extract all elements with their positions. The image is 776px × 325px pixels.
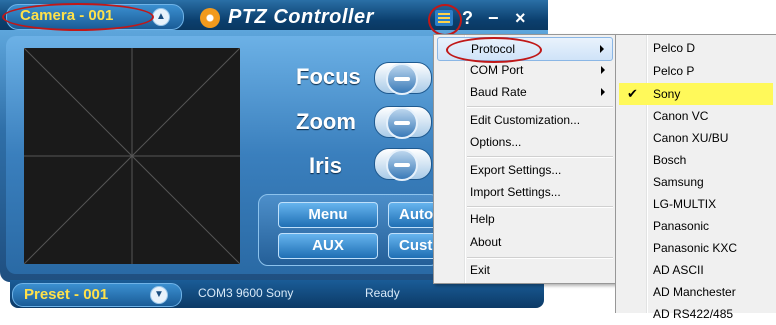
protocol-item-ad-manchester[interactable]: AD Manchester: [619, 281, 773, 303]
focus-minus-button[interactable]: [386, 63, 418, 95]
protocol-item-label: AD ASCII: [653, 263, 704, 277]
menu-item-label: Exit: [470, 263, 491, 277]
menu-item-label: Import Settings...: [470, 185, 561, 199]
protocol-item-label: Panasonic: [653, 219, 710, 233]
protocol-item-label: Canon VC: [653, 109, 709, 123]
menu-item-import-settings[interactable]: Import Settings...: [437, 181, 613, 203]
protocol-item-label: Pelco P: [653, 64, 695, 78]
checkmark-icon: ✔: [627, 87, 638, 102]
menu-item-label: About: [470, 235, 502, 249]
menu-item-label: Edit Customization...: [470, 113, 581, 127]
menu-function-button[interactable]: Menu: [278, 202, 378, 228]
menu-item-options[interactable]: Options...: [437, 131, 613, 153]
protocol-item-pelco-p[interactable]: Pelco P: [619, 60, 773, 82]
menu-item-label: Export Settings...: [470, 163, 562, 177]
camera-up-icon[interactable]: ▲: [152, 8, 170, 26]
main-context-menu: Protocol COM Port Baud Rate Edit Customi…: [433, 34, 617, 284]
help-button[interactable]: ?: [462, 8, 473, 29]
menu-separator: [467, 156, 613, 158]
app-title: PTZ Controller: [228, 6, 374, 28]
protocol-item-samsung[interactable]: Samsung: [619, 171, 773, 193]
protocol-item-bosch[interactable]: Bosch: [619, 149, 773, 171]
protocol-item-label: AD RS422/485: [653, 307, 734, 321]
close-button[interactable]: ×: [515, 8, 526, 29]
aux-button[interactable]: AUX: [278, 233, 378, 259]
protocol-item-pelco-d[interactable]: Pelco D: [619, 37, 773, 59]
iris-label: Iris: [309, 153, 343, 178]
menu-item-label: Help: [470, 212, 495, 226]
protocol-item-lg-multix[interactable]: LG-MULTIX: [619, 193, 773, 215]
menu-button-highlight-circle: [428, 4, 462, 36]
minimize-button[interactable]: −: [488, 8, 499, 29]
submenu-arrow-icon: [601, 88, 605, 96]
protocol-item-label: Pelco D: [653, 41, 696, 55]
crosshair-icon: [24, 48, 240, 264]
iris-minus-button[interactable]: [386, 149, 418, 181]
protocol-submenu: Pelco D Pelco P ✔ Sony Canon VC Canon XU…: [615, 34, 776, 321]
protocol-item-label: Sony: [653, 87, 681, 101]
menu-item-exit[interactable]: Exit: [437, 259, 613, 281]
protocol-item-panasonic-kxc[interactable]: Panasonic KXC: [619, 237, 773, 259]
zoom-minus-button[interactable]: [386, 107, 418, 139]
protocol-item-ad-rs422-485[interactable]: AD RS422/485: [619, 303, 773, 325]
protocol-item-label: LG-MULTIX: [653, 197, 717, 211]
menu-item-help[interactable]: Help: [437, 208, 613, 230]
protocol-item-canon-xu-bu[interactable]: Canon XU/BU: [619, 127, 773, 149]
protocol-item-label: Samsung: [653, 175, 704, 189]
camera-highlight-circle: [2, 3, 154, 31]
protocol-item-label: Panasonic KXC: [653, 241, 738, 255]
protocol-item-sony[interactable]: ✔ Sony: [619, 83, 773, 105]
menu-item-edit-customization[interactable]: Edit Customization...: [437, 109, 613, 131]
submenu-arrow-icon: [600, 45, 604, 53]
menu-item-baud-rate[interactable]: Baud Rate: [437, 81, 613, 103]
menu-item-label: Baud Rate: [470, 85, 527, 99]
preset-down-icon[interactable]: ▼: [150, 286, 168, 304]
connection-status: COM3 9600 Sony: [198, 286, 294, 300]
protocol-highlight-circle: [446, 37, 542, 63]
app-logo-icon: [200, 8, 220, 28]
menu-item-export-settings[interactable]: Export Settings...: [437, 159, 613, 181]
menu-item-com-port[interactable]: COM Port: [437, 59, 613, 81]
video-preview[interactable]: [24, 48, 240, 264]
protocol-item-label: Canon XU/BU: [653, 131, 729, 145]
protocol-item-ad-ascii[interactable]: AD ASCII: [619, 259, 773, 281]
menu-item-about[interactable]: About: [437, 231, 613, 253]
menu-item-label: COM Port: [470, 63, 524, 77]
protocol-item-canon-vc[interactable]: Canon VC: [619, 105, 773, 127]
preset-label: Preset - 001: [24, 286, 109, 303]
menu-separator: [467, 106, 613, 108]
ready-status: Ready: [365, 286, 400, 300]
zoom-label: Zoom: [296, 109, 356, 134]
menu-item-label: Options...: [470, 135, 522, 149]
protocol-item-label: Bosch: [653, 153, 687, 167]
protocol-item-panasonic[interactable]: Panasonic: [619, 215, 773, 237]
focus-label: Focus: [296, 64, 361, 89]
submenu-arrow-icon: [601, 66, 605, 74]
protocol-item-label: AD Manchester: [653, 285, 736, 299]
